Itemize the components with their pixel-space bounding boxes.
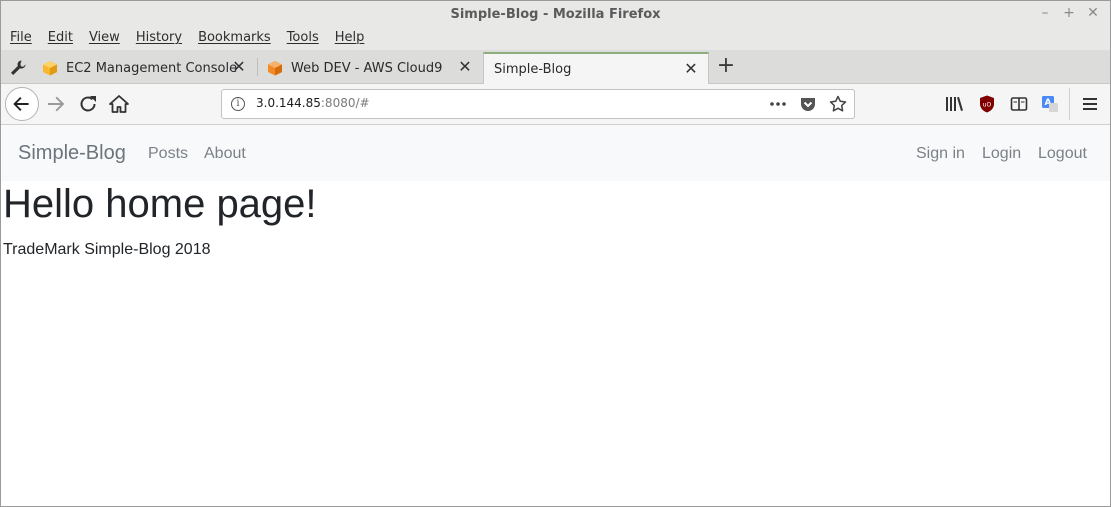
minimize-button[interactable]: – — [1038, 5, 1052, 21]
window-title: Simple-Blog - Mozilla Firefox — [450, 7, 661, 22]
tab-ec2-console[interactable]: EC2 Management Console ✕ — [34, 52, 256, 84]
tab-cloud9[interactable]: Web DEV - AWS Cloud9 ✕ — [258, 52, 482, 84]
menu-tools[interactable]: Tools — [287, 28, 319, 50]
aws-cube-yellow-icon — [43, 61, 57, 76]
page-heading: Hello home page! — [3, 182, 317, 226]
tab-label: Simple-Blog — [494, 62, 572, 77]
ublock-origin-icon[interactable]: uO — [977, 94, 997, 114]
library-icon[interactable] — [944, 94, 964, 114]
menu-view[interactable]: View — [89, 28, 120, 50]
aws-cube-orange-icon — [268, 61, 282, 76]
toolbar-separator — [1069, 88, 1070, 120]
browser-window: Simple-Blog - Mozilla Firefox – + ✕ File… — [0, 0, 1111, 507]
menu-help[interactable]: Help — [335, 28, 365, 50]
forward-button[interactable] — [44, 92, 68, 116]
web-page: Simple-Blog Posts About Sign in Login Lo… — [2, 125, 1110, 506]
reader-view-icon[interactable] — [1009, 94, 1029, 114]
home-icon[interactable] — [107, 92, 131, 116]
maximize-button[interactable]: + — [1062, 5, 1076, 21]
reload-icon[interactable] — [76, 92, 100, 116]
wrench-icon[interactable] — [9, 59, 27, 77]
svg-text:uO: uO — [983, 102, 992, 109]
nav-link-sign-in[interactable]: Sign in — [916, 145, 965, 163]
menu-file[interactable]: File — [10, 28, 32, 50]
menu-edit[interactable]: Edit — [48, 28, 73, 50]
nav-link-logout[interactable]: Logout — [1038, 145, 1087, 163]
menu-bookmarks[interactable]: Bookmarks — [198, 28, 271, 50]
nav-link-posts[interactable]: Posts — [148, 145, 188, 163]
navigation-toolbar: i 3.0.144.85:8080/# uO A — [1, 84, 1110, 125]
site-navbar: Simple-Blog Posts About Sign in Login Lo… — [2, 125, 1110, 181]
tab-label: EC2 Management Console — [66, 60, 238, 76]
window-controls: – + ✕ — [1038, 5, 1100, 21]
close-window-button[interactable]: ✕ — [1086, 5, 1100, 21]
url-actions — [768, 94, 848, 114]
tab-label: Web DEV - AWS Cloud9 — [291, 60, 443, 76]
info-icon[interactable]: i — [231, 97, 245, 111]
close-tab-icon[interactable]: ✕ — [458, 59, 472, 75]
tab-simple-blog[interactable]: Simple-Blog ✕ — [483, 52, 709, 85]
back-button[interactable] — [5, 87, 39, 121]
site-brand[interactable]: Simple-Blog — [18, 142, 126, 165]
nav-link-login[interactable]: Login — [982, 145, 1021, 163]
tab-strip: EC2 Management Console ✕ Web DEV - AWS C… — [1, 50, 1110, 85]
more-actions-icon[interactable] — [768, 94, 788, 114]
footer-text: TradeMark Simple-Blog 2018 — [3, 241, 211, 258]
hamburger-menu-icon[interactable] — [1080, 94, 1100, 114]
translate-icon[interactable]: A — [1040, 94, 1060, 114]
url-bar[interactable]: i 3.0.144.85:8080/# — [221, 89, 855, 119]
arrow-left-icon — [13, 97, 29, 111]
nav-link-about[interactable]: About — [204, 145, 246, 163]
pocket-icon[interactable] — [798, 94, 818, 114]
title-bar: Simple-Blog - Mozilla Firefox – + ✕ — [1, 1, 1110, 28]
menu-history[interactable]: History — [136, 28, 182, 50]
close-tab-icon[interactable]: ✕ — [232, 59, 246, 75]
bookmark-star-icon[interactable] — [828, 94, 848, 114]
new-tab-button[interactable]: + — [714, 55, 738, 79]
close-tab-icon[interactable]: ✕ — [684, 61, 698, 77]
menu-bar: File Edit View History Bookmarks Tools H… — [1, 28, 1110, 50]
url-text[interactable]: 3.0.144.85:8080/# — [256, 96, 370, 110]
